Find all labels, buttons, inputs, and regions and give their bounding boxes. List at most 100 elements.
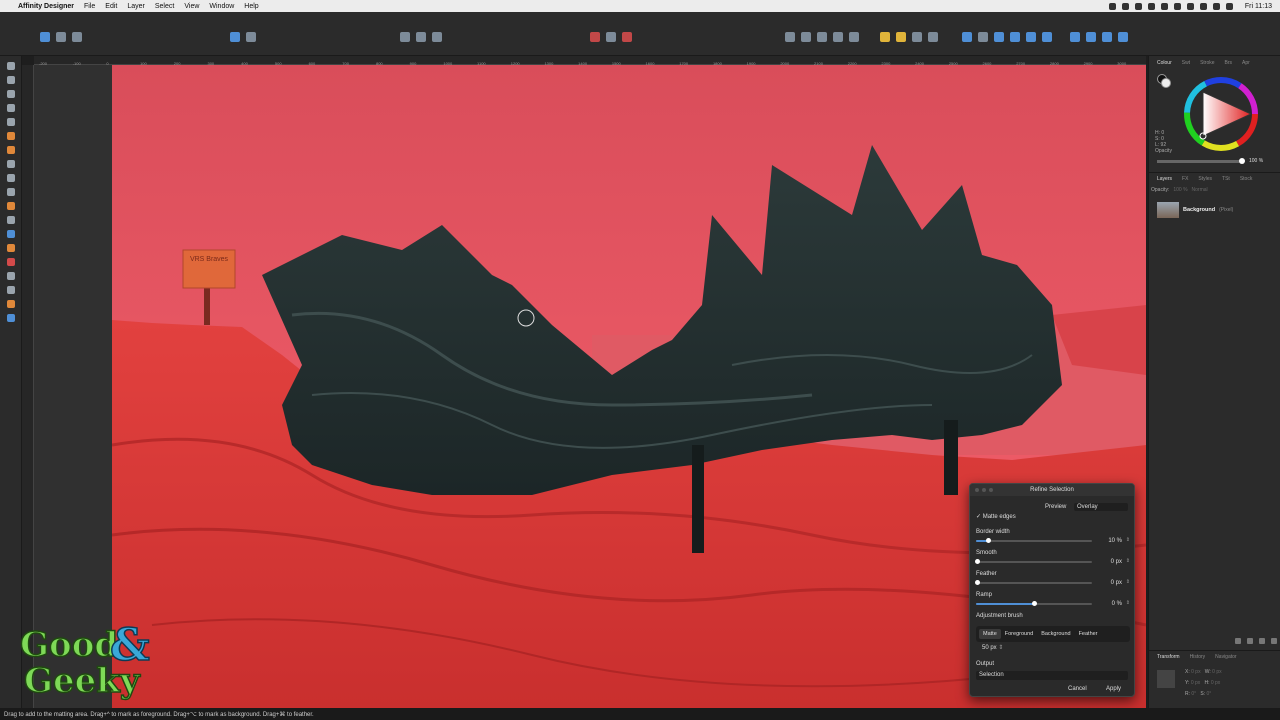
blur-icon[interactable] (7, 230, 15, 238)
apply-button[interactable]: Apply (1100, 685, 1127, 693)
boolean-icon[interactable] (1118, 32, 1128, 42)
pixel-brush-icon[interactable] (7, 174, 15, 182)
colour-wheel[interactable] (1181, 74, 1261, 154)
output-dropdown[interactable]: Selection (976, 671, 1128, 680)
border-width-stepper[interactable]: ⇕ (1126, 537, 1130, 543)
preview-dropdown[interactable]: Overlay (1074, 503, 1128, 511)
mode-foreground[interactable]: Foreground (1001, 629, 1037, 639)
flip-icon[interactable] (994, 32, 1004, 42)
tab-stroke[interactable]: Stroke (1200, 60, 1214, 66)
geometry-icon[interactable] (880, 32, 890, 42)
tab-appearance[interactable]: Apr (1242, 60, 1250, 66)
menu-view[interactable]: View (184, 3, 199, 10)
tab-history[interactable]: History (1190, 654, 1206, 660)
boolean-icon[interactable] (1086, 32, 1096, 42)
menu-help[interactable]: Help (244, 3, 258, 10)
lasso-tool-icon[interactable] (7, 118, 15, 126)
x-field[interactable]: 0 px (1191, 669, 1200, 675)
settings-icon[interactable] (246, 32, 256, 42)
anchor-selector[interactable] (1157, 670, 1175, 688)
clock[interactable]: Fri 11:13 (1245, 3, 1272, 10)
flood-select-icon[interactable] (7, 146, 15, 154)
menu-layer[interactable]: Layer (127, 3, 145, 10)
opacity-value[interactable]: 100 % (1249, 158, 1263, 164)
status-icon[interactable] (1160, 2, 1168, 10)
layer-action-icon[interactable] (1247, 638, 1253, 644)
h-field[interactable]: 0 px (1211, 680, 1220, 686)
tab-navigator[interactable]: Navigator (1215, 654, 1236, 660)
horizontal-ruler[interactable]: -200 -100 0 100 200 300 400 500 600 700 800 900 1000… (34, 56, 1146, 69)
status-icon[interactable] (1121, 2, 1129, 10)
node-tool-icon[interactable] (7, 76, 15, 84)
ramp-slider[interactable] (976, 601, 1092, 606)
magnet-icon[interactable] (622, 32, 632, 42)
vertical-ruler[interactable] (22, 65, 34, 708)
feather-slider[interactable] (975, 580, 1092, 585)
border-width-value[interactable]: 10 % (1108, 538, 1122, 544)
boolean-icon[interactable] (1070, 32, 1080, 42)
tab-styles[interactable]: Styles (1198, 176, 1212, 182)
close-icon[interactable] (975, 488, 979, 492)
stroke-swatch[interactable] (1161, 78, 1171, 88)
view-mode-icon[interactable] (416, 32, 426, 42)
geometry-icon[interactable] (928, 32, 938, 42)
smooth-value[interactable]: 0 px (1111, 559, 1122, 565)
matte-edges-row[interactable]: ✓ Matte edges (976, 513, 1128, 520)
opacity-slider[interactable] (1157, 160, 1241, 163)
ramp-stepper[interactable]: ⇕ (1126, 600, 1130, 606)
tab-stock[interactable]: Stock (1240, 176, 1253, 182)
border-width-slider[interactable] (976, 538, 1092, 543)
tab-transform[interactable]: Transform (1157, 654, 1180, 660)
erase-brush-icon[interactable] (7, 188, 15, 196)
feather-knob[interactable] (975, 580, 980, 585)
gradient-icon[interactable] (7, 258, 15, 266)
layer-opacity-value[interactable]: 100 % (1173, 187, 1187, 193)
opacity-knob[interactable] (1239, 158, 1245, 164)
app-menu[interactable]: Affinity Designer (18, 3, 74, 10)
vector-brush-icon[interactable] (7, 286, 15, 294)
menu-select[interactable]: Select (155, 3, 174, 10)
geometry-icon[interactable] (912, 32, 922, 42)
pixel-persona-icon[interactable] (56, 32, 66, 42)
trash-icon[interactable] (1271, 638, 1277, 644)
smooth-slider[interactable] (975, 559, 1092, 564)
mode-matte[interactable]: Matte (979, 629, 1001, 639)
boolean-icon[interactable] (1102, 32, 1112, 42)
wifi-icon[interactable] (1212, 2, 1220, 10)
layer-action-icon[interactable] (1259, 638, 1265, 644)
smooth-knob[interactable] (975, 559, 980, 564)
view-hand-icon[interactable] (7, 300, 15, 308)
layer-row[interactable]: Background (Pixel) (1157, 200, 1277, 220)
tab-fx[interactable]: FX (1182, 176, 1188, 182)
tab-swatches[interactable]: Swt (1182, 60, 1190, 66)
status-icon[interactable] (1186, 2, 1194, 10)
status-icon[interactable] (1173, 2, 1181, 10)
status-icon[interactable] (1147, 2, 1155, 10)
menu-window[interactable]: Window (209, 3, 234, 10)
geometry-icon[interactable] (896, 32, 906, 42)
feather-stepper[interactable]: ⇕ (1126, 579, 1130, 585)
menu-edit[interactable]: Edit (105, 3, 117, 10)
dodge-icon[interactable] (7, 202, 15, 210)
status-icon[interactable] (1134, 2, 1142, 10)
search-icon[interactable] (1225, 2, 1233, 10)
align-icon[interactable] (962, 32, 972, 42)
s-field[interactable]: 0° (1206, 691, 1211, 697)
layer-action-icon[interactable] (1235, 638, 1241, 644)
rotate-icon[interactable] (1026, 32, 1036, 42)
selection-brush-icon[interactable] (7, 132, 15, 140)
paint-brush-icon[interactable] (7, 160, 15, 168)
align-icon[interactable] (978, 32, 988, 42)
fill-icon[interactable] (7, 244, 15, 252)
smooth-stepper[interactable]: ⇕ (1126, 558, 1130, 564)
cancel-button[interactable]: Cancel (1062, 685, 1093, 693)
mode-feather[interactable]: Feather (1075, 629, 1102, 639)
dialog-titlebar[interactable]: Refine Selection (970, 484, 1134, 496)
blend-mode[interactable]: Normal (1192, 187, 1208, 193)
mode-background[interactable]: Background (1037, 629, 1074, 639)
clone-icon[interactable] (7, 216, 15, 224)
designer-persona-icon[interactable] (40, 32, 50, 42)
marquee-tool-icon[interactable] (7, 104, 15, 112)
arrange-icon[interactable] (801, 32, 811, 42)
w-field[interactable]: 0 px (1212, 669, 1221, 675)
